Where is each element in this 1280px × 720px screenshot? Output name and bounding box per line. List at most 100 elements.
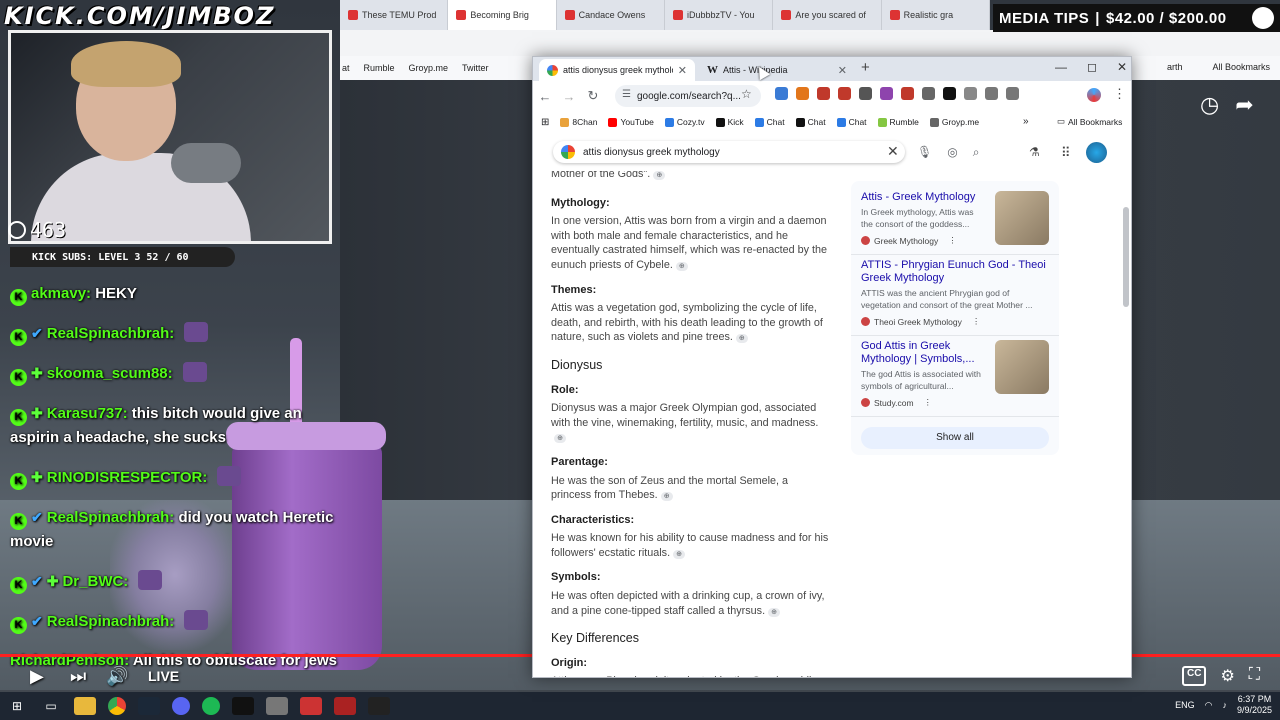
- google-search-box[interactable]: attis dionysus greek mythology ✕: [553, 141, 905, 163]
- extension-icon[interactable]: [943, 87, 956, 100]
- background-bookmark[interactable]: Rumble: [364, 63, 395, 73]
- bookmark-chat-1[interactable]: Chat: [754, 117, 785, 127]
- background-right-label[interactable]: All Bookmarks: [1212, 62, 1270, 72]
- background-tab[interactable]: Are you scared of: [773, 0, 882, 30]
- source-title[interactable]: ATTIS - Phrygian Eunuch God - Theoi Gree…: [861, 259, 1049, 285]
- extension-icon[interactable]: [817, 87, 830, 100]
- labs-flask-icon[interactable]: ⚗: [1029, 145, 1040, 159]
- close-tab-icon[interactable]: ✕: [678, 64, 687, 77]
- extension-icon[interactable]: [901, 87, 914, 100]
- watch-later-icon[interactable]: ◷: [1200, 92, 1219, 118]
- extension-icon[interactable]: [838, 87, 851, 100]
- language-indicator[interactable]: ENG: [1175, 700, 1195, 710]
- tab-google-search[interactable]: attis dionysus greek mythology ✕: [539, 59, 695, 81]
- close-window-button[interactable]: ✕: [1117, 60, 1127, 74]
- google-apps-icon[interactable]: ⠿: [1061, 145, 1071, 161]
- reading-list-icon[interactable]: [1006, 87, 1019, 100]
- bookmark-rumble[interactable]: Rumble: [877, 117, 919, 127]
- site-info-icon[interactable]: ☰: [622, 89, 631, 100]
- source-thumbnail[interactable]: [995, 340, 1049, 394]
- background-bookmark[interactable]: at: [342, 63, 350, 73]
- exit-fullscreen-icon[interactable]: ⛶: [1249, 666, 1260, 686]
- steam-icon[interactable]: [138, 697, 160, 715]
- source-card[interactable]: ATTIS - Phrygian Eunuch God - Theoi Gree…: [851, 255, 1059, 336]
- bookmark-groyp[interactable]: Groyp.me: [929, 117, 979, 127]
- source-card[interactable]: God Attis in Greek Mythology | Symbols,.…: [851, 336, 1059, 417]
- extension-icon[interactable]: [880, 87, 893, 100]
- background-tab[interactable]: Realistic gra: [882, 0, 990, 30]
- citation-link-icon[interactable]: ⊕: [673, 549, 686, 559]
- more-options-icon[interactable]: ⋮: [924, 397, 933, 408]
- clock[interactable]: 6:37 PM 9/9/2025: [1237, 694, 1272, 716]
- wifi-icon[interactable]: ◠: [1205, 700, 1213, 711]
- task-view-icon[interactable]: ▭: [40, 697, 62, 715]
- bookmark-chat-3[interactable]: Chat: [836, 117, 867, 127]
- share-icon[interactable]: ➦: [1235, 92, 1253, 118]
- speaker-icon[interactable]: ♪: [1222, 700, 1227, 710]
- app-icon-2[interactable]: [300, 697, 322, 715]
- next-icon[interactable]: ⏭: [70, 666, 86, 687]
- bookmark-8chan[interactable]: 8Chan: [560, 117, 597, 127]
- windows-start-icon[interactable]: ⊞: [6, 697, 28, 715]
- background-tab[interactable]: Becoming Brig: [448, 0, 557, 30]
- source-card[interactable]: Attis - Greek Mythology In Greek mytholog…: [851, 187, 1059, 255]
- search-icon[interactable]: ⌕: [973, 145, 980, 160]
- more-options-icon[interactable]: ⋮: [948, 235, 957, 246]
- bookmark-youtube[interactable]: YouTube: [608, 117, 654, 127]
- citation-link-icon[interactable]: ⊕: [675, 261, 688, 271]
- spotify-icon[interactable]: [202, 697, 220, 715]
- reload-icon[interactable]: ↻: [581, 88, 605, 104]
- live-indicator[interactable]: LIVE: [148, 668, 179, 684]
- background-bookmark[interactable]: Twitter: [462, 63, 489, 73]
- volume-icon[interactable]: 🔊: [106, 666, 128, 687]
- bookmark-chat-2[interactable]: Chat: [795, 117, 826, 127]
- background-tab[interactable]: Candace Owens: [557, 0, 665, 30]
- citation-link-icon[interactable]: ⊕: [768, 607, 781, 617]
- citation-link-icon[interactable]: ⊕: [653, 171, 666, 180]
- bookmark-star-icon[interactable]: ☆: [741, 87, 752, 101]
- extension-icon[interactable]: [922, 87, 935, 100]
- bookmark-kick[interactable]: Kick: [715, 117, 744, 127]
- terminal-icon[interactable]: [232, 697, 254, 715]
- captions-icon[interactable]: CC: [1182, 666, 1207, 686]
- minimize-button[interactable]: —: [1055, 60, 1067, 74]
- show-all-button[interactable]: Show all: [861, 427, 1049, 449]
- tab-wikipedia[interactable]: W Attis - Wikipedia ✕: [699, 59, 855, 81]
- settings-gear-icon[interactable]: ⚙: [1220, 666, 1234, 686]
- microphone-icon[interactable]: 🎙: [917, 145, 932, 160]
- citation-link-icon[interactable]: ⊕: [660, 492, 673, 502]
- chrome-taskbar-icon[interactable]: [108, 697, 126, 715]
- extension-icon[interactable]: [775, 87, 788, 100]
- citation-link-icon[interactable]: ⊕: [735, 334, 748, 344]
- back-arrow-icon[interactable]: ←: [533, 89, 557, 104]
- more-bookmarks-icon[interactable]: »: [1023, 116, 1029, 127]
- maximize-button[interactable]: ◻: [1087, 60, 1097, 74]
- new-tab-button[interactable]: +: [861, 59, 870, 76]
- app-icon[interactable]: [266, 697, 288, 715]
- lens-icon[interactable]: ◎: [947, 145, 957, 160]
- file-explorer-icon[interactable]: [74, 697, 96, 715]
- forward-arrow-icon[interactable]: →: [557, 89, 581, 104]
- source-title[interactable]: God Attis in Greek Mythology | Symbols,.…: [861, 340, 985, 366]
- source-thumbnail[interactable]: [995, 191, 1049, 245]
- apps-grid-icon[interactable]: ⊞: [541, 117, 549, 128]
- clear-search-icon[interactable]: ✕: [887, 143, 899, 160]
- background-bookmark[interactable]: Groyp.me: [409, 63, 449, 73]
- background-right-label[interactable]: arth: [1167, 62, 1183, 72]
- play-icon[interactable]: ▶: [30, 666, 44, 687]
- side-panel-icon[interactable]: [985, 87, 998, 100]
- address-bar[interactable]: ☰ google.com/search?q...: [615, 85, 761, 107]
- all-bookmarks-folder[interactable]: ▭ All Bookmarks: [1057, 116, 1122, 127]
- app-icon-4[interactable]: [368, 697, 390, 715]
- discord-icon[interactable]: [172, 697, 190, 715]
- source-title[interactable]: Attis - Greek Mythology: [861, 191, 985, 204]
- bookmark-cozytv[interactable]: Cozy.tv: [664, 117, 705, 127]
- citation-link-icon[interactable]: ⊕: [554, 434, 566, 444]
- app-icon-3[interactable]: [334, 697, 356, 715]
- profile-avatar[interactable]: [1087, 88, 1101, 102]
- google-account-avatar[interactable]: [1086, 142, 1107, 163]
- more-options-icon[interactable]: ⋮: [972, 316, 981, 327]
- background-tab[interactable]: These TEMU Prod: [340, 0, 449, 30]
- close-tab-icon[interactable]: ✕: [838, 64, 847, 77]
- background-tab[interactable]: iDubbbzTV - You: [665, 0, 774, 30]
